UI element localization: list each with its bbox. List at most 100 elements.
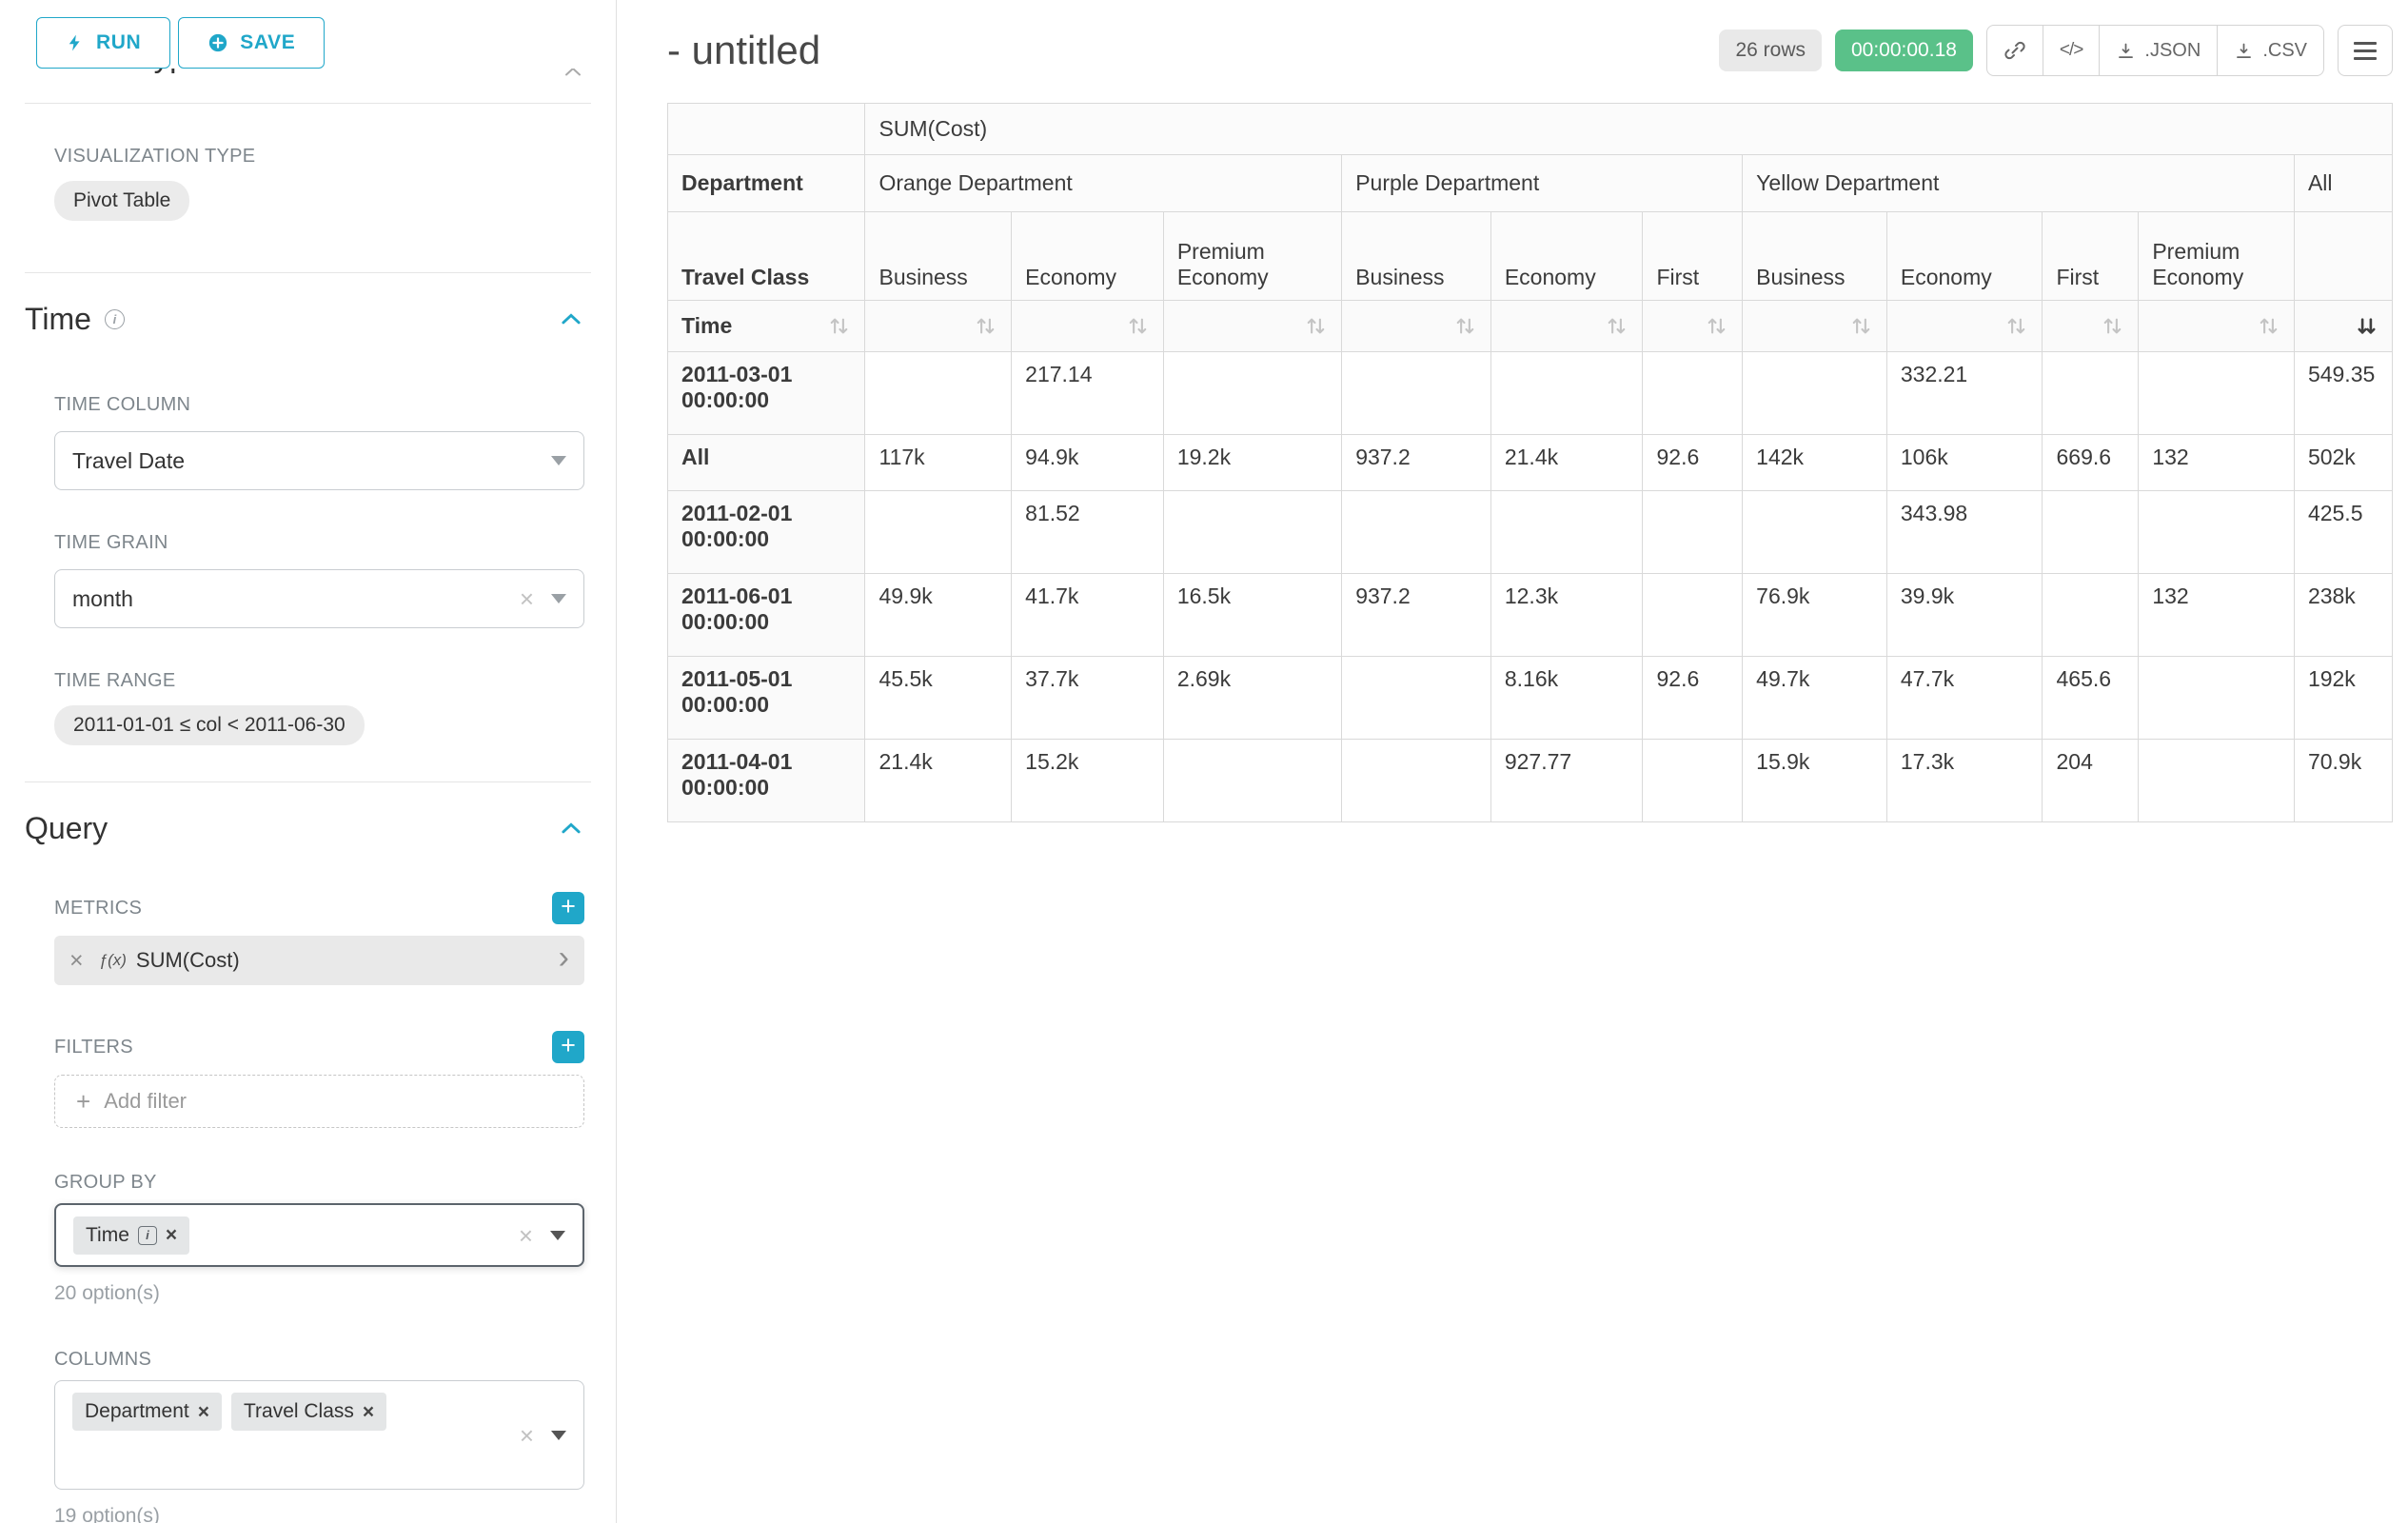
row-count-badge: 26 rows: [1719, 30, 1822, 71]
menu-button[interactable]: [2338, 25, 2393, 76]
pivot-cell: [1342, 740, 1491, 822]
info-icon: i: [138, 1226, 157, 1245]
clear-icon[interactable]: ×: [519, 1223, 533, 1248]
divider: [25, 781, 591, 782]
sort-icon: [1126, 314, 1150, 338]
save-button[interactable]: SAVE: [178, 17, 325, 69]
pivot-cell: 927.77: [1490, 740, 1643, 822]
sort-toggle[interactable]: [1490, 301, 1643, 352]
divider: [25, 272, 591, 273]
sort-toggle[interactable]: [1012, 301, 1164, 352]
sort-icon: [827, 314, 851, 338]
run-button[interactable]: RUN: [36, 17, 170, 69]
sort-toggle[interactable]: [1886, 301, 2043, 352]
pivot-cell: 204: [2043, 740, 2139, 822]
query-timer-badge: 00:00:00.18: [1835, 30, 1973, 71]
sort-toggle[interactable]: [2043, 301, 2139, 352]
pivot-cell: [2139, 740, 2295, 822]
pivot-cell: [2043, 574, 2139, 657]
chevron-up-icon[interactable]: [558, 816, 584, 842]
download-json-button[interactable]: .JSON: [2099, 25, 2218, 76]
add-metric-button[interactable]: +: [552, 892, 584, 924]
control-panel: RUN SAVE Chart Type VISUALIZATION TYPE P…: [0, 0, 617, 1523]
code-icon: </>: [2060, 40, 2082, 61]
time-section-header[interactable]: Time i: [0, 302, 616, 337]
group-by-label: GROUP BY: [54, 1172, 584, 1194]
columns-pill[interactable]: Department×: [72, 1393, 222, 1431]
query-section-title: Query: [25, 811, 108, 846]
pivot-cell: [1163, 491, 1341, 574]
pivot-cell: [1643, 574, 1743, 657]
sort-toggle[interactable]: [1163, 301, 1341, 352]
pivot-cell: 17.3k: [1886, 740, 2043, 822]
columns-pill[interactable]: Travel Class ×: [231, 1393, 386, 1431]
remove-metric-icon[interactable]: ×: [69, 949, 84, 973]
add-filter-button[interactable]: + Add filter: [54, 1075, 584, 1128]
clear-icon[interactable]: ×: [520, 1423, 534, 1448]
sort-icon: [1705, 314, 1728, 338]
time-range-value[interactable]: 2011-01-01 ≤ col < 2011-06-30: [54, 705, 365, 745]
sort-toggle[interactable]: [1643, 301, 1743, 352]
result-toolbar: 26 rows 00:00:00.18 </> .JSON .: [1719, 25, 2393, 76]
pivot-row-dimension-sort[interactable]: Time: [668, 301, 865, 352]
chevron-up-icon[interactable]: [558, 307, 584, 333]
sort-toggle[interactable]: [1342, 301, 1491, 352]
time-column-value: Travel Date: [72, 448, 551, 474]
pivot-cell: [865, 491, 1012, 574]
pivot-cell: 2.69k: [1163, 657, 1341, 740]
pivot-cell: 76.9k: [1743, 574, 1887, 657]
time-grain-label: TIME GRAIN: [54, 532, 584, 554]
chart-area: - untitled 26 rows 00:00:00.18 </> .JSON: [617, 0, 2408, 1523]
pivot-cell: 132: [2139, 574, 2295, 657]
pivot-cell: [2139, 491, 2295, 574]
pivot-cell: 217.14: [1012, 352, 1164, 435]
download-csv-button[interactable]: .CSV: [2217, 25, 2324, 76]
sort-toggle[interactable]: [2139, 301, 2295, 352]
pivot-cell: 669.6: [2043, 435, 2139, 491]
remove-icon[interactable]: ×: [166, 1225, 177, 1245]
query-section-header[interactable]: Query: [0, 811, 616, 846]
columns-select[interactable]: Department× Travel Class × ×: [54, 1380, 584, 1490]
pivot-cell: 39.9k: [1886, 574, 2043, 657]
pivot-group-header: Yellow Department: [1743, 155, 2295, 212]
time-range-label: TIME RANGE: [54, 670, 584, 692]
table-row: 2011-03-01 00:00:00217.14332.21549.35: [668, 352, 2393, 435]
time-column-label: TIME COLUMN: [54, 394, 584, 416]
pivot-cell: [1163, 740, 1341, 822]
pivot-cell: 41.7k: [1012, 574, 1164, 657]
sort-toggle[interactable]: [1743, 301, 1887, 352]
pivot-row-header: 2011-04-01 00:00:00: [668, 740, 865, 822]
caret-down-icon: [550, 1231, 565, 1240]
export-button-group: </> .JSON .CSV: [1986, 25, 2324, 76]
expand-caret-icon[interactable]: ›: [559, 941, 569, 979]
remove-icon[interactable]: ×: [363, 1402, 374, 1422]
pivot-cell: 49.9k: [865, 574, 1012, 657]
clear-icon[interactable]: ×: [520, 586, 534, 611]
pivot-corner-cell: [668, 104, 865, 155]
download-csv-label: .CSV: [2262, 40, 2307, 62]
sort-toggle[interactable]: [2294, 301, 2392, 352]
pivot-cell: [865, 352, 1012, 435]
table-row: 2011-02-01 00:00:0081.52343.98425.5: [668, 491, 2393, 574]
pivot-cell: 465.6: [2043, 657, 2139, 740]
time-column-select[interactable]: Travel Date: [54, 431, 584, 490]
caret-down-icon: [551, 456, 566, 465]
group-by-options-hint: 20 option(s): [54, 1282, 584, 1305]
pill-label: Travel Class: [244, 1400, 354, 1423]
embed-code-button[interactable]: </>: [2043, 25, 2100, 76]
time-grain-select[interactable]: month ×: [54, 569, 584, 628]
caret-down-icon: [551, 594, 566, 603]
group-by-select[interactable]: Timei× ×: [54, 1203, 584, 1267]
group-by-pill[interactable]: Timei×: [73, 1216, 189, 1255]
add-filter-plus-button[interactable]: +: [552, 1031, 584, 1063]
metric-pill[interactable]: × ƒ(x) SUM(Cost) ›: [54, 936, 584, 985]
add-filter-label: Add filter: [104, 1089, 187, 1114]
copy-link-button[interactable]: [1986, 25, 2043, 76]
pivot-cell: 70.9k: [2294, 740, 2392, 822]
pivot-cell: 425.5: [2294, 491, 2392, 574]
remove-icon[interactable]: ×: [198, 1402, 209, 1422]
pivot-cell: [1643, 352, 1743, 435]
visualization-type-value[interactable]: Pivot Table: [54, 181, 189, 221]
time-section-title: Time: [25, 302, 91, 337]
sort-toggle[interactable]: [865, 301, 1012, 352]
